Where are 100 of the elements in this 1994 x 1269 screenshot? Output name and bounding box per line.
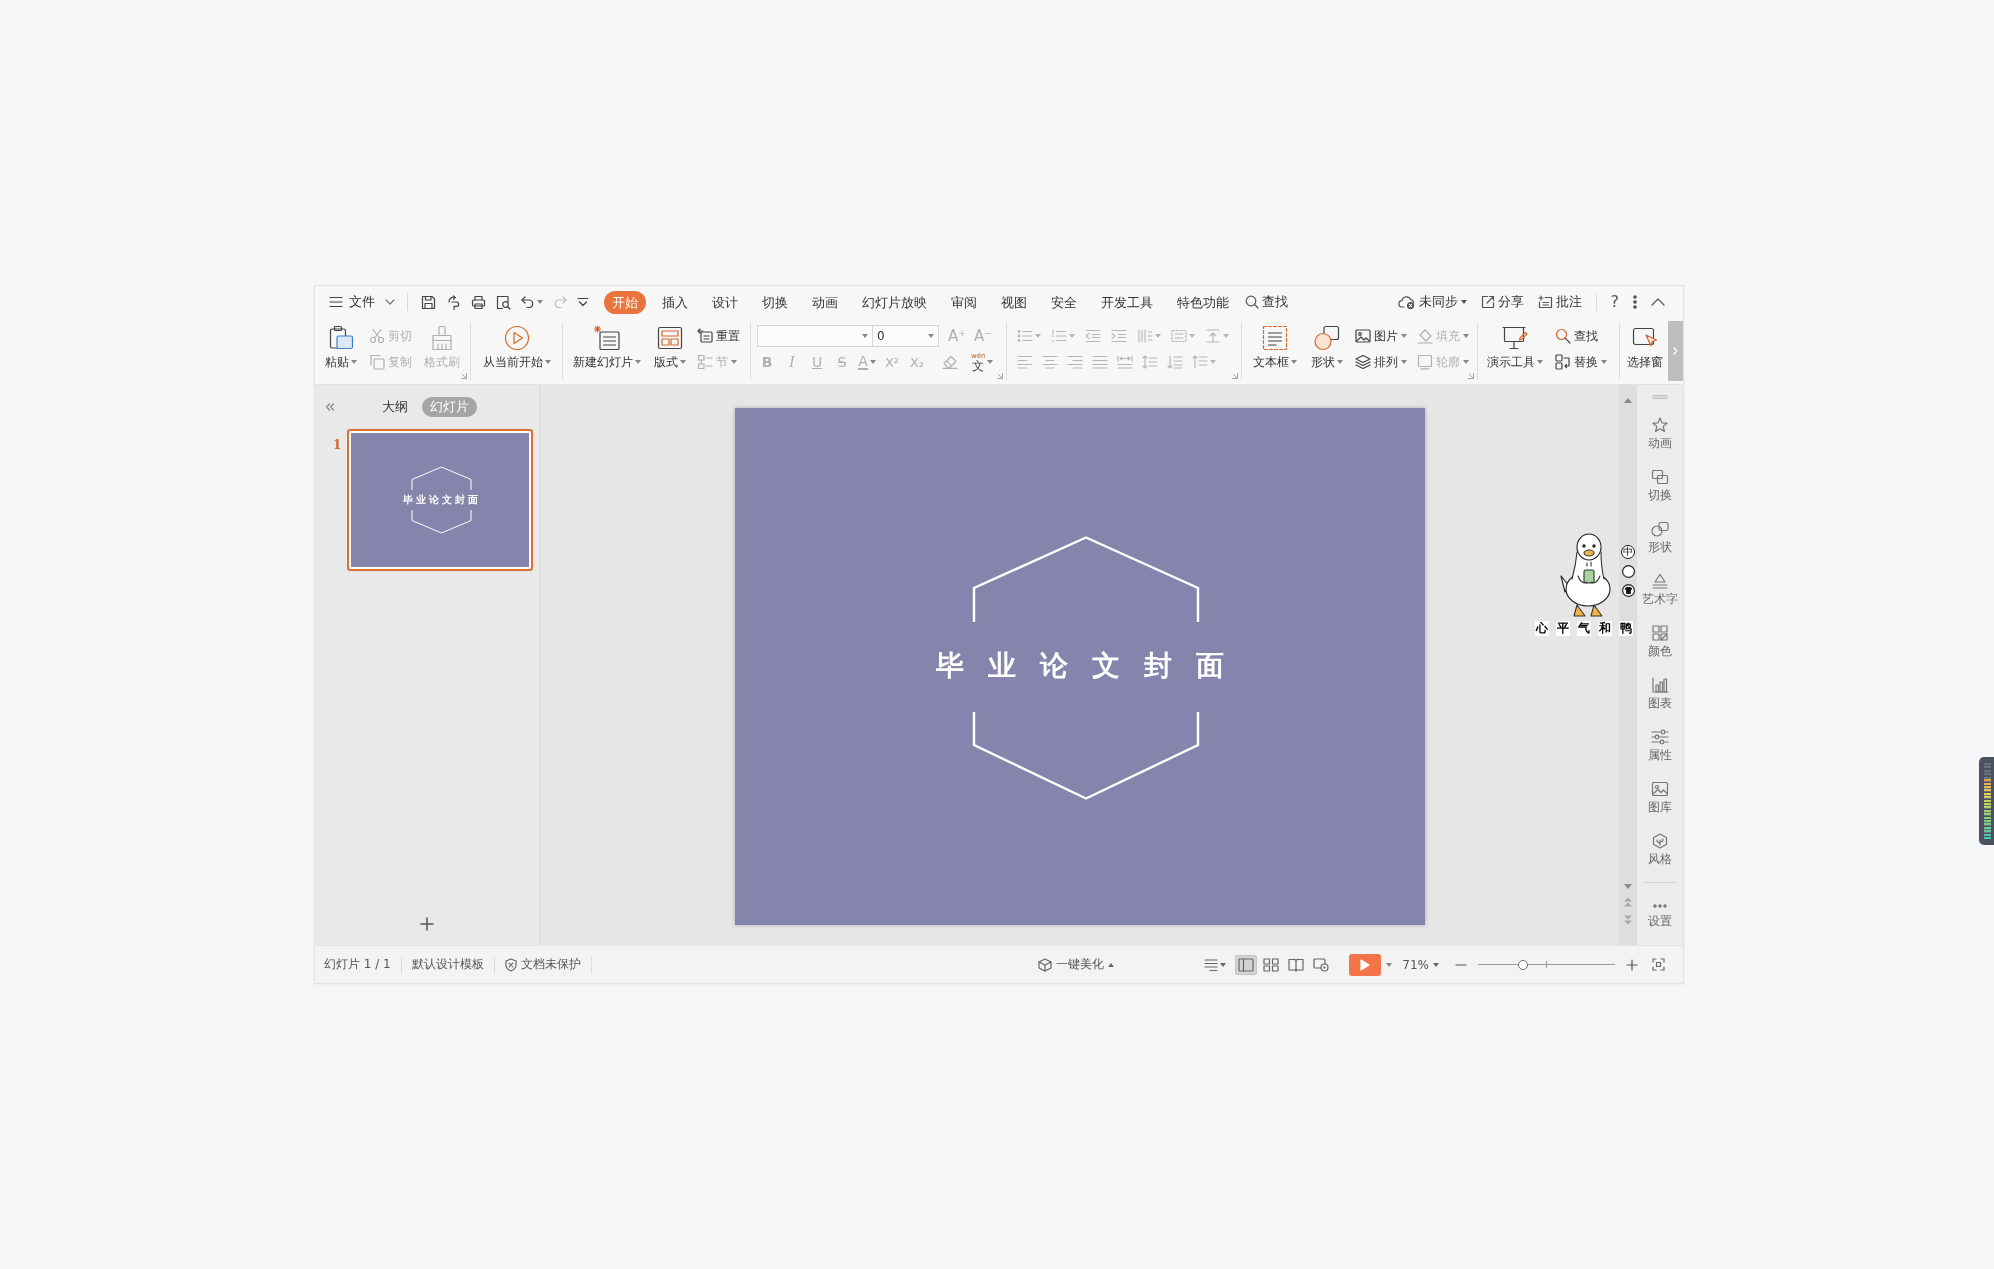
caret-icon bbox=[1386, 962, 1393, 967]
ribbon-tab[interactable]: 开发工具 bbox=[1093, 290, 1161, 314]
file-menu-button[interactable]: 文件 bbox=[329, 293, 395, 311]
ribbon-tab[interactable]: 视图 bbox=[993, 290, 1035, 314]
export-icon[interactable] bbox=[446, 294, 461, 310]
more-icon[interactable] bbox=[1633, 295, 1637, 309]
ribbon-tab[interactable]: 安全 bbox=[1043, 290, 1085, 314]
ribbon-tab[interactable]: 切换 bbox=[754, 290, 796, 314]
sync-status-button[interactable]: 未同步 bbox=[1397, 293, 1467, 311]
collapse-ribbon-icon[interactable] bbox=[1651, 298, 1665, 306]
caret-icon bbox=[1401, 360, 1407, 364]
dialog-launcher-icon[interactable] bbox=[1232, 373, 1238, 379]
ribbon-scroll-button[interactable] bbox=[1668, 321, 1683, 381]
picture-icon bbox=[1651, 781, 1669, 797]
help-button[interactable]: ? bbox=[1610, 293, 1619, 311]
panel-tab[interactable]: 大纲 bbox=[374, 397, 416, 417]
text-box-button[interactable]: 文本框 bbox=[1251, 323, 1299, 369]
sliders-icon bbox=[1651, 729, 1669, 745]
normal-view-icon bbox=[1238, 957, 1255, 972]
vertical-scrollbar[interactable] bbox=[1619, 385, 1637, 945]
color-button[interactable]: 颜色 bbox=[1648, 625, 1672, 658]
reset-button[interactable]: 重置 bbox=[697, 327, 740, 345]
ribbon-tab[interactable]: 幻灯片放映 bbox=[854, 290, 935, 314]
style-button[interactable]: 风格 bbox=[1648, 833, 1672, 866]
star-icon bbox=[1651, 417, 1669, 433]
notes-icon[interactable] bbox=[1204, 958, 1219, 971]
layers-icon bbox=[1355, 354, 1371, 370]
grip-icon[interactable] bbox=[1652, 395, 1668, 399]
slide-thumbnail[interactable]: 毕业论文封面 bbox=[347, 429, 534, 571]
document-protection-button[interactable]: 文档未保护 bbox=[494, 956, 591, 973]
leaf-hexagon-icon bbox=[1651, 833, 1669, 849]
paint-bucket-icon bbox=[1417, 328, 1433, 344]
zoom-level-button[interactable]: 71% bbox=[1402, 957, 1439, 972]
dialog-launcher-icon[interactable] bbox=[1468, 373, 1474, 379]
animation-button[interactable]: 动画 bbox=[1648, 417, 1672, 450]
beautify-button[interactable]: 一键美化 bbox=[1027, 956, 1124, 973]
share-icon bbox=[1480, 295, 1495, 309]
scroll-up-icon[interactable] bbox=[1624, 398, 1632, 403]
notes-button[interactable] bbox=[1204, 958, 1227, 971]
shapes-button[interactable]: 形状 bbox=[1648, 521, 1672, 554]
caret-icon bbox=[351, 360, 357, 364]
sticker-caption: 心 bbox=[1535, 621, 1549, 636]
undo-icon[interactable] bbox=[521, 296, 535, 308]
picture-button[interactable]: 图片 bbox=[1355, 327, 1407, 345]
double-chevron-left-icon[interactable] bbox=[325, 403, 335, 411]
paste-button[interactable]: 粘贴 bbox=[323, 323, 359, 369]
text-box-icon bbox=[1262, 325, 1288, 351]
slide-title: 毕业论文封面 bbox=[935, 649, 1248, 683]
caret-icon bbox=[1463, 334, 1469, 338]
ribbon-tab[interactable]: 插入 bbox=[654, 290, 696, 314]
overlapping-squares-icon bbox=[1651, 469, 1669, 485]
save-icon[interactable] bbox=[421, 294, 436, 310]
customize-icon[interactable] bbox=[577, 297, 589, 307]
chart-button[interactable]: 图表 bbox=[1648, 677, 1672, 710]
transition-button[interactable]: 切换 bbox=[1648, 469, 1672, 502]
scissors-icon bbox=[369, 328, 385, 344]
layout-button[interactable]: 版式 bbox=[652, 323, 688, 369]
replace-button[interactable]: 替换 bbox=[1555, 353, 1607, 371]
scroll-down-icon[interactable] bbox=[1624, 884, 1632, 889]
ribbon-tab[interactable]: 审阅 bbox=[943, 290, 985, 314]
fit-window-icon[interactable] bbox=[1652, 958, 1665, 971]
ribbon-tab[interactable]: 设计 bbox=[704, 290, 746, 314]
caret-icon bbox=[928, 334, 934, 338]
share-button[interactable]: 分享 bbox=[1480, 293, 1524, 311]
font-size-field[interactable]: 0 bbox=[872, 325, 939, 347]
bar-chart-icon bbox=[1651, 677, 1669, 693]
printer-icon[interactable] bbox=[471, 294, 486, 310]
double-up-icon[interactable] bbox=[1624, 897, 1632, 907]
print-preview-icon[interactable] bbox=[496, 294, 511, 310]
zoom-slider-thumb[interactable] bbox=[1518, 959, 1529, 970]
play-slideshow-button[interactable] bbox=[1349, 953, 1382, 976]
presentation-tools-button[interactable]: 演示工具 bbox=[1485, 323, 1545, 369]
properties-button[interactable]: 属性 bbox=[1648, 729, 1672, 762]
ribbon-tab[interactable]: 动画 bbox=[804, 290, 846, 314]
new-slide-button[interactable]: 新建幻灯片 bbox=[571, 323, 643, 369]
cloud-icon bbox=[1397, 295, 1416, 309]
shapes-button[interactable]: 形状 bbox=[1309, 323, 1345, 369]
ribbon-tab[interactable]: 特色功能 bbox=[1169, 290, 1237, 314]
wordart-button[interactable]: 艺术字 bbox=[1642, 573, 1678, 606]
find-button[interactable]: 查找 bbox=[1555, 327, 1607, 345]
paintbrush-icon bbox=[429, 325, 455, 351]
dialog-launcher-icon[interactable] bbox=[461, 373, 467, 379]
play-from-current-button[interactable]: 从当前开始 bbox=[481, 323, 553, 369]
normal-view-button[interactable] bbox=[1235, 954, 1258, 975]
zoom-out-icon[interactable] bbox=[1455, 963, 1467, 966]
search-button[interactable]: 查找 bbox=[1245, 293, 1288, 311]
dialog-launcher-icon[interactable] bbox=[997, 373, 1003, 379]
play-circle-icon bbox=[504, 325, 530, 351]
zoom-in-icon[interactable] bbox=[1626, 958, 1638, 971]
arrange-button[interactable]: 排列 bbox=[1355, 353, 1407, 371]
double-down-icon[interactable] bbox=[1624, 915, 1632, 925]
font-name-field[interactable] bbox=[757, 325, 873, 347]
plus-icon[interactable] bbox=[420, 917, 434, 931]
play-icon bbox=[1360, 958, 1371, 971]
chevron-down-icon bbox=[385, 299, 395, 305]
settings-button[interactable]: 设置 bbox=[1648, 904, 1672, 928]
selection-pane-button[interactable]: 选择窗 bbox=[1625, 323, 1665, 369]
caret-icon bbox=[635, 360, 641, 364]
comment-button[interactable]: 批注 bbox=[1537, 293, 1582, 311]
gallery-button[interactable]: 图库 bbox=[1648, 781, 1672, 814]
